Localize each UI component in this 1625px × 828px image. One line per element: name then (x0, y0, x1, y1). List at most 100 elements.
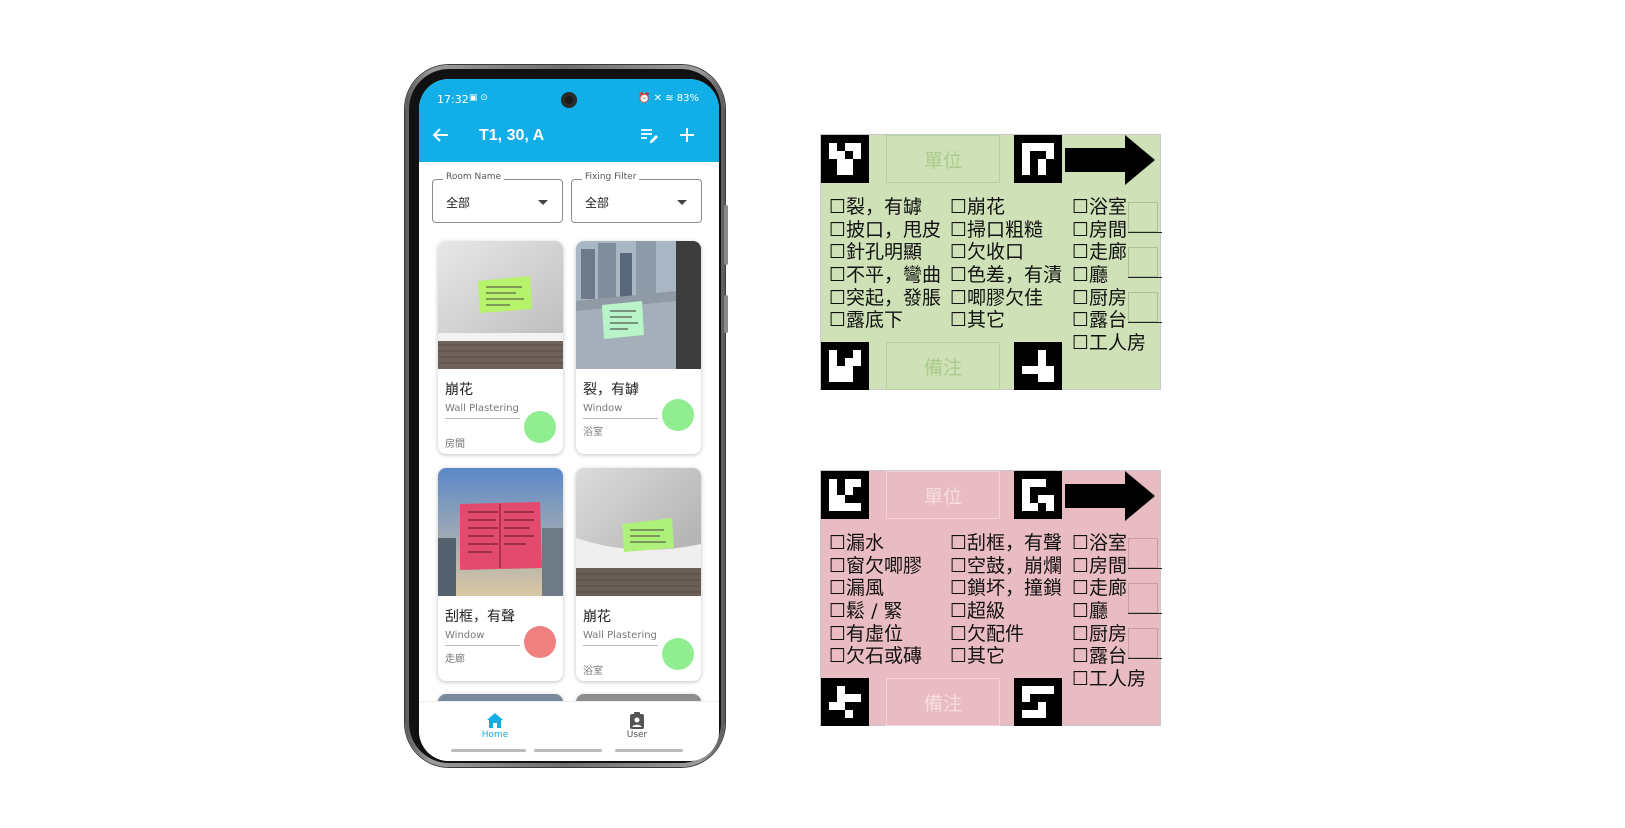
defect-room: 走廊 (445, 654, 465, 665)
option-item: ☐色差，有漬 (950, 264, 1063, 287)
option-item: ☐鎖坏，撞鎖 (950, 577, 1063, 600)
status-time: 17:32 (437, 93, 469, 106)
blank-box (1128, 202, 1158, 232)
room-name-value: 全部 (446, 196, 471, 210)
defect-title: 裂，有罅 (583, 382, 639, 398)
option-item: ☐其它 (950, 645, 1006, 668)
page-title: T1, 30, A (479, 127, 545, 144)
option-item: ☐窗欠唧膠 (829, 554, 923, 577)
volume-button (724, 205, 728, 265)
option-item: ☐崩花 (950, 196, 1006, 218)
user-badge-icon (597, 710, 677, 730)
defect-room: 房間 (445, 439, 465, 450)
nav-user[interactable]: User (597, 710, 677, 740)
option-item: ☐欠收口 (950, 241, 1025, 264)
defect-title: 刮框，有聲 (445, 609, 515, 625)
option-item: ☐露底下 (829, 309, 904, 332)
phone-bezel: 17:32 ▣ ⊙ ⏰ ✕ ≋ 83% T1, 30, A Room Name (409, 69, 721, 763)
bottom-navigation: Home User (419, 701, 719, 761)
room-item: ☐工人房 (1072, 332, 1147, 355)
defect-options-col2: ☐崩花 ☐掃口粗糙 ☐欠收口 ☐色差，有漬 ☐唧膠欠佳 ☐其它 (950, 196, 1062, 332)
blank-box (1128, 538, 1158, 568)
defect-card[interactable]: 崩花 Wall Plastering 浴室 (576, 468, 701, 681)
blank-box (1128, 292, 1158, 322)
dropdown-caret-icon (538, 200, 548, 205)
aruco-marker (1014, 471, 1062, 519)
defect-title: 崩花 (445, 382, 473, 398)
arrow-right-icon (1065, 135, 1155, 185)
sticky-form-pink: 單位 ☐漏水 ☐窗欠唧膠 ☐漏風 ☐鬆 / 緊 ☐有虛位 ☐欠石或磚 ☐刮框，有… (820, 470, 1162, 726)
option-item: ☐欠石或磚 (829, 645, 923, 668)
option-item: ☐唧膠欠佳 (950, 286, 1044, 309)
aruco-marker (821, 135, 869, 183)
option-item: ☐突起，發脹 (829, 286, 942, 309)
defect-category: Wall Plastering (445, 403, 520, 419)
system-nav-bar (615, 749, 683, 752)
back-arrow-icon[interactable] (429, 123, 453, 147)
nav-user-label: User (626, 730, 648, 740)
option-item: ☐刮框，有聲 (950, 532, 1063, 554)
underline (1128, 613, 1162, 614)
aruco-marker (821, 678, 869, 726)
option-item: ☐有虛位 (829, 622, 904, 645)
option-item: ☐針孔明顯 (829, 241, 923, 264)
remark-field: 備注 (886, 342, 1000, 390)
power-button (724, 295, 728, 333)
underline (1128, 322, 1162, 323)
fixing-filter-label: Fixing Filter (582, 172, 640, 182)
option-item: ☐超級 (950, 600, 1006, 623)
unit-field: 單位 (886, 135, 1000, 183)
aruco-marker (1014, 342, 1062, 390)
phone-screen: 17:32 ▣ ⊙ ⏰ ✕ ≋ 83% T1, 30, A Room Name (419, 79, 719, 761)
unit-field: 單位 (886, 471, 1000, 519)
defect-card[interactable]: 崩花 Wall Plastering 房間 (438, 241, 563, 454)
room-name-dropdown[interactable]: Room Name 全部 (432, 172, 563, 223)
blank-box (1128, 583, 1158, 613)
defect-card[interactable]: 刮框，有聲 Window 走廊 (438, 468, 563, 681)
option-item: ☐不平，彎曲 (829, 264, 942, 287)
system-nav-bar (534, 749, 602, 752)
option-item: ☐欠配件 (950, 622, 1025, 645)
defect-photo (438, 468, 563, 596)
option-item: ☐漏水 (829, 532, 885, 554)
blank-box (1128, 247, 1158, 277)
home-icon (455, 710, 535, 730)
underline (1128, 232, 1162, 233)
defect-title: 崩花 (583, 609, 611, 625)
underline (1128, 277, 1162, 278)
defect-options-col1: ☐裂，有罅 ☐披口，甩皮 ☐針孔明顯 ☐不平，彎曲 ☐突起，發脹 ☐露底下 (829, 196, 941, 332)
defect-photo (576, 468, 701, 596)
aruco-marker (1014, 135, 1062, 183)
dropdown-caret-icon (677, 200, 687, 205)
nav-home-label: Home (481, 730, 509, 740)
underline (1128, 658, 1162, 659)
defect-card[interactable]: 裂，有罅 Window 浴室 (576, 241, 701, 454)
fixing-filter-value: 全部 (585, 196, 610, 210)
defect-category: Window (445, 630, 520, 646)
status-dot (524, 626, 556, 658)
room-name-label: Room Name (443, 172, 505, 182)
blank-box (1128, 628, 1158, 658)
defect-photo (576, 241, 701, 369)
system-nav-bar (451, 749, 526, 752)
defect-room: 浴室 (583, 427, 603, 438)
status-dot (662, 399, 694, 431)
aruco-marker (821, 471, 869, 519)
app-bar: 17:32 ▣ ⊙ ⏰ ✕ ≋ 83% T1, 30, A (419, 79, 719, 162)
defect-category: Window (583, 403, 658, 419)
aruco-marker (1014, 678, 1062, 726)
fixing-filter-dropdown[interactable]: Fixing Filter 全部 (571, 172, 702, 223)
edit-list-icon[interactable] (637, 123, 661, 147)
add-icon[interactable] (675, 123, 699, 147)
defect-room: 浴室 (583, 666, 603, 677)
phone-frame: 17:32 ▣ ⊙ ⏰ ✕ ≋ 83% T1, 30, A Room Name (405, 65, 728, 767)
option-item: ☐披口，甩皮 (829, 218, 942, 241)
option-item: ☐空鼓，崩爛 (950, 554, 1063, 577)
sticky-form-green: 單位 ☐裂，有罅 ☐披口，甩皮 ☐針孔明顯 ☐不平，彎曲 ☐突起，發脹 ☐露底下… (820, 134, 1162, 390)
nav-home[interactable]: Home (455, 710, 535, 740)
notification-icons: ▣ ⊙ (469, 93, 488, 103)
option-item: ☐漏風 (829, 577, 885, 600)
defect-options-col2: ☐刮框，有聲 ☐空鼓，崩爛 ☐鎖坏，撞鎖 ☐超級 ☐欠配件 ☐其它 (950, 532, 1062, 668)
option-item: ☐掃口粗糙 (950, 218, 1044, 241)
defect-category: Wall Plastering (583, 630, 658, 646)
